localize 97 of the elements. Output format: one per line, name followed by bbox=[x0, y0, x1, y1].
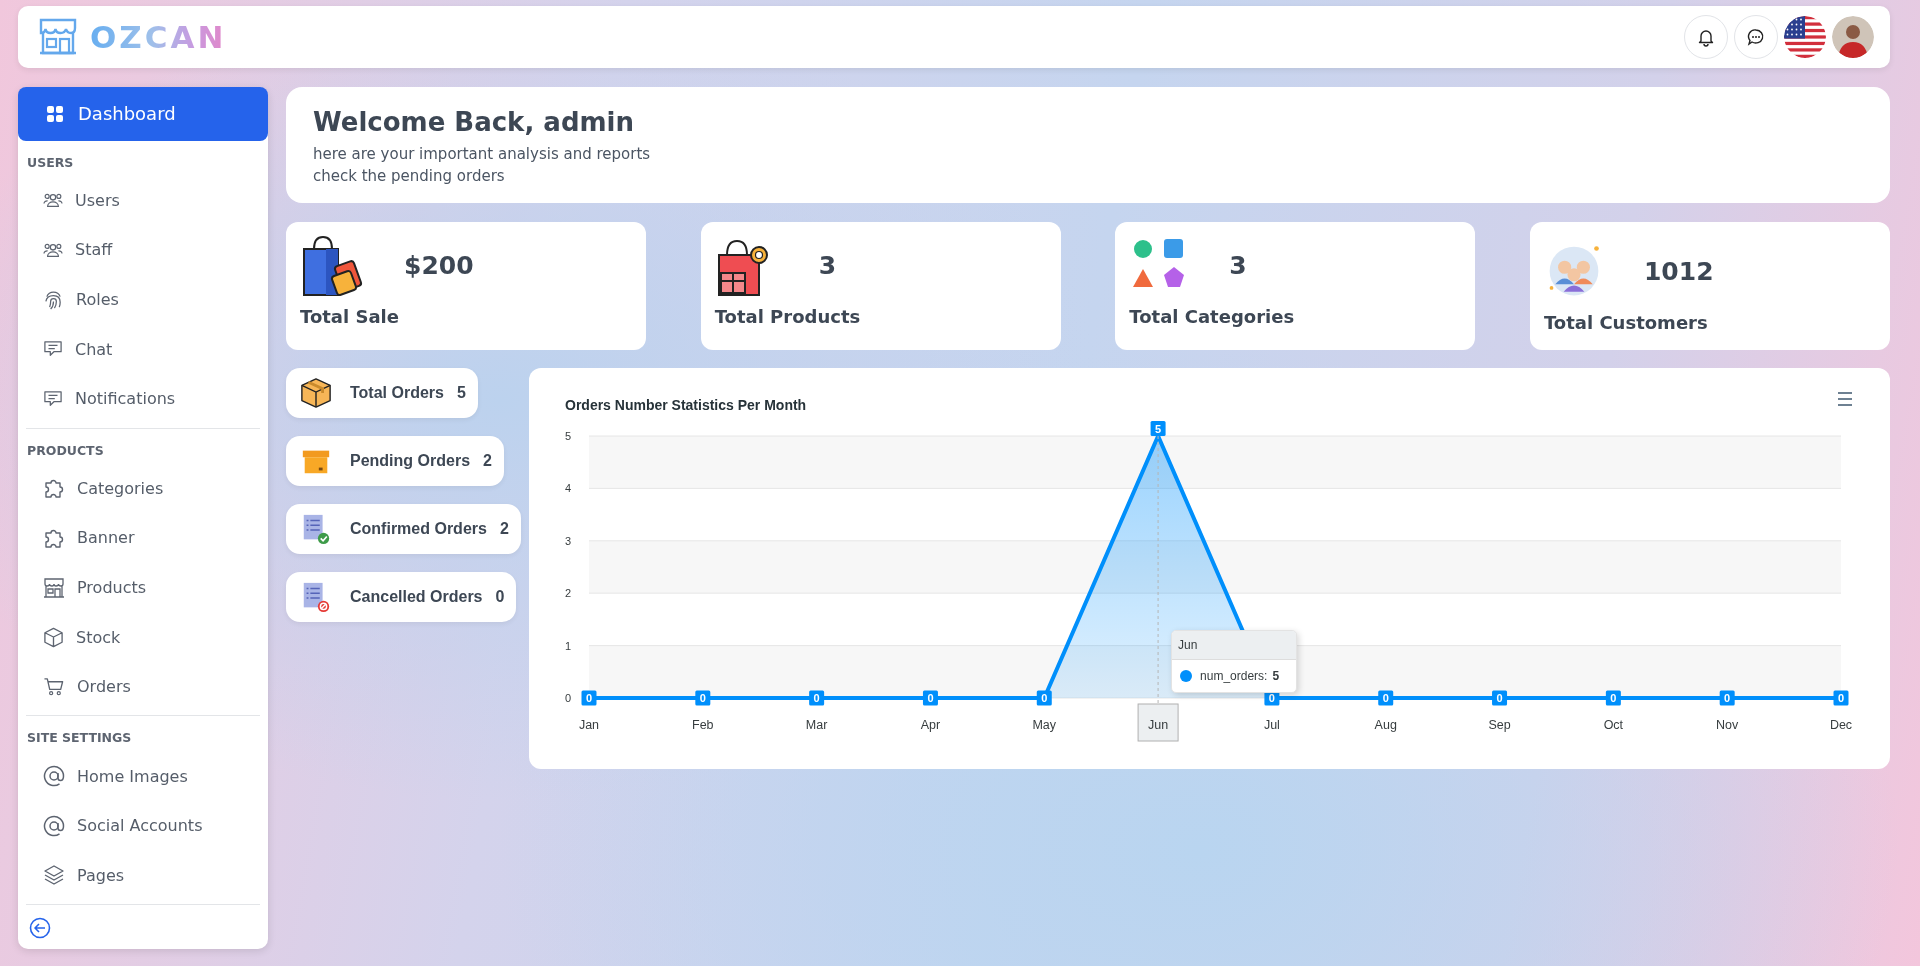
stat-value: 1012 bbox=[1643, 256, 1714, 286]
chat-icon bbox=[1746, 27, 1766, 47]
sidebar-item[interactable]: Products bbox=[18, 562, 268, 613]
stat-value: 3 bbox=[1229, 250, 1247, 280]
x-axis-label: Oct bbox=[1603, 718, 1624, 732]
sidebar-item[interactable]: Notifications bbox=[18, 373, 268, 424]
chart-title: Orders Number Statistics Per Month bbox=[565, 397, 807, 413]
y-axis-label: 5 bbox=[564, 430, 571, 442]
sidebar-item[interactable]: Social Accounts bbox=[18, 801, 268, 851]
at-sign-icon bbox=[43, 765, 65, 788]
sidebar-item[interactable]: Roles bbox=[18, 274, 268, 325]
tooltip-value: 5 bbox=[1272, 669, 1280, 683]
x-tick-label: Jun bbox=[1148, 718, 1169, 732]
series-dot bbox=[1180, 670, 1193, 682]
sidebar-item[interactable]: Categories bbox=[18, 463, 268, 514]
welcome-title: Welcome Back, admin bbox=[313, 107, 635, 137]
welcome-text: here are your important analysis and reports bbox=[313, 144, 652, 165]
sidebar-item[interactable]: Orders bbox=[18, 661, 268, 712]
grid-icon bbox=[46, 104, 64, 123]
package-icon bbox=[300, 377, 332, 409]
sidebar-item[interactable]: Pages bbox=[18, 850, 268, 901]
collapse-button[interactable] bbox=[27, 915, 53, 941]
order-count: 0 bbox=[495, 588, 505, 606]
data-label: 0 bbox=[813, 692, 820, 704]
x-axis-label: May bbox=[1032, 718, 1057, 732]
y-axis-label: 4 bbox=[564, 482, 571, 495]
messages-button[interactable] bbox=[1734, 15, 1778, 59]
order-label: Pending Orders bbox=[350, 452, 471, 470]
avatar-icon[interactable] bbox=[1832, 16, 1874, 58]
at-sign-icon bbox=[43, 814, 65, 837]
sidebar-item[interactable]: Home Images bbox=[18, 751, 268, 802]
store-icon bbox=[43, 576, 65, 599]
stat-label: Total Products bbox=[714, 306, 862, 327]
users-icon bbox=[43, 191, 63, 210]
x-axis-label: Jul bbox=[1263, 718, 1280, 732]
order-count: 2 bbox=[499, 520, 509, 538]
data-label: 0 bbox=[1724, 692, 1731, 704]
fingerprint-icon bbox=[43, 289, 64, 311]
stat-value: $200 bbox=[404, 250, 474, 280]
data-label: 0 bbox=[699, 692, 706, 704]
section-heading: USERS bbox=[26, 153, 75, 172]
x-axis-label: Aug bbox=[1374, 718, 1397, 732]
bell-icon bbox=[1696, 27, 1716, 47]
section-heading: PRODUCTS bbox=[26, 441, 105, 460]
x-axis-label: Jan bbox=[578, 718, 600, 732]
menu-icon[interactable] bbox=[1838, 392, 1852, 406]
puzzle-icon bbox=[43, 477, 65, 500]
data-label: 0 bbox=[1268, 692, 1275, 704]
layers-icon bbox=[43, 864, 65, 887]
stat-label: Total Sale bbox=[300, 306, 400, 327]
data-label: 0 bbox=[1382, 692, 1389, 704]
tooltip-series: num_orders: bbox=[1200, 669, 1268, 683]
data-label: 0 bbox=[581, 690, 597, 706]
data-label: 5 bbox=[1150, 421, 1166, 436]
message-icon bbox=[43, 389, 63, 408]
x-axis-label: Sep bbox=[1488, 718, 1511, 732]
data-label: 0 bbox=[1837, 692, 1845, 704]
message-icon bbox=[43, 340, 63, 359]
order-label: Cancelled Orders bbox=[350, 588, 483, 606]
section-heading: SITE SETTINGS bbox=[26, 729, 133, 748]
stat-label: Total Categories bbox=[1129, 306, 1296, 327]
notifications-button[interactable] bbox=[1684, 15, 1728, 59]
x-axis-label: Nov bbox=[1716, 718, 1739, 732]
data-label: 0 bbox=[927, 692, 934, 704]
flag-icon[interactable] bbox=[1784, 16, 1826, 58]
stat-value: 3 bbox=[818, 250, 837, 280]
x-axis-label: Feb bbox=[692, 718, 714, 732]
x-axis-label: Mar bbox=[805, 718, 828, 732]
order-count: 2 bbox=[483, 452, 492, 470]
welcome-text: check the pending orders bbox=[313, 166, 506, 187]
shopping-bag-icon bbox=[300, 233, 364, 297]
crosshair: Jun bbox=[1137, 435, 1179, 742]
cart-icon bbox=[43, 676, 65, 698]
sidebar-item[interactable]: Banner bbox=[18, 513, 268, 563]
cube-icon bbox=[43, 626, 64, 648]
data-label: 0 bbox=[585, 692, 593, 704]
sidebar-item[interactable]: Stock bbox=[18, 612, 268, 662]
data-label: 0 bbox=[1041, 692, 1048, 704]
sidebar-item[interactable]: Staff bbox=[18, 225, 268, 275]
x-axis-label: Apr bbox=[920, 718, 941, 732]
order-count: 5 bbox=[456, 384, 466, 402]
y-axis-label: 0 bbox=[564, 692, 571, 704]
data-label: 0 bbox=[1610, 692, 1617, 704]
data-label: 5 bbox=[1155, 422, 1162, 435]
y-axis-label: 2 bbox=[564, 587, 571, 600]
order-label: Total Orders bbox=[350, 384, 444, 402]
sidebar-item[interactable]: Chat bbox=[18, 324, 268, 374]
dashboard-link[interactable]: Dashboard bbox=[18, 87, 268, 141]
tooltip-title: Jun bbox=[1172, 631, 1297, 660]
y-axis-label: 3 bbox=[564, 534, 571, 547]
data-label: 0 bbox=[1496, 692, 1503, 704]
store-icon bbox=[38, 18, 78, 56]
x-axis-label: Dec bbox=[1829, 718, 1853, 732]
y-axis-label: 1 bbox=[564, 639, 571, 652]
order-label: Confirmed Orders bbox=[350, 520, 487, 538]
sidebar-item[interactable]: Users bbox=[18, 175, 268, 226]
stat-label: Total Customers bbox=[1543, 312, 1709, 333]
